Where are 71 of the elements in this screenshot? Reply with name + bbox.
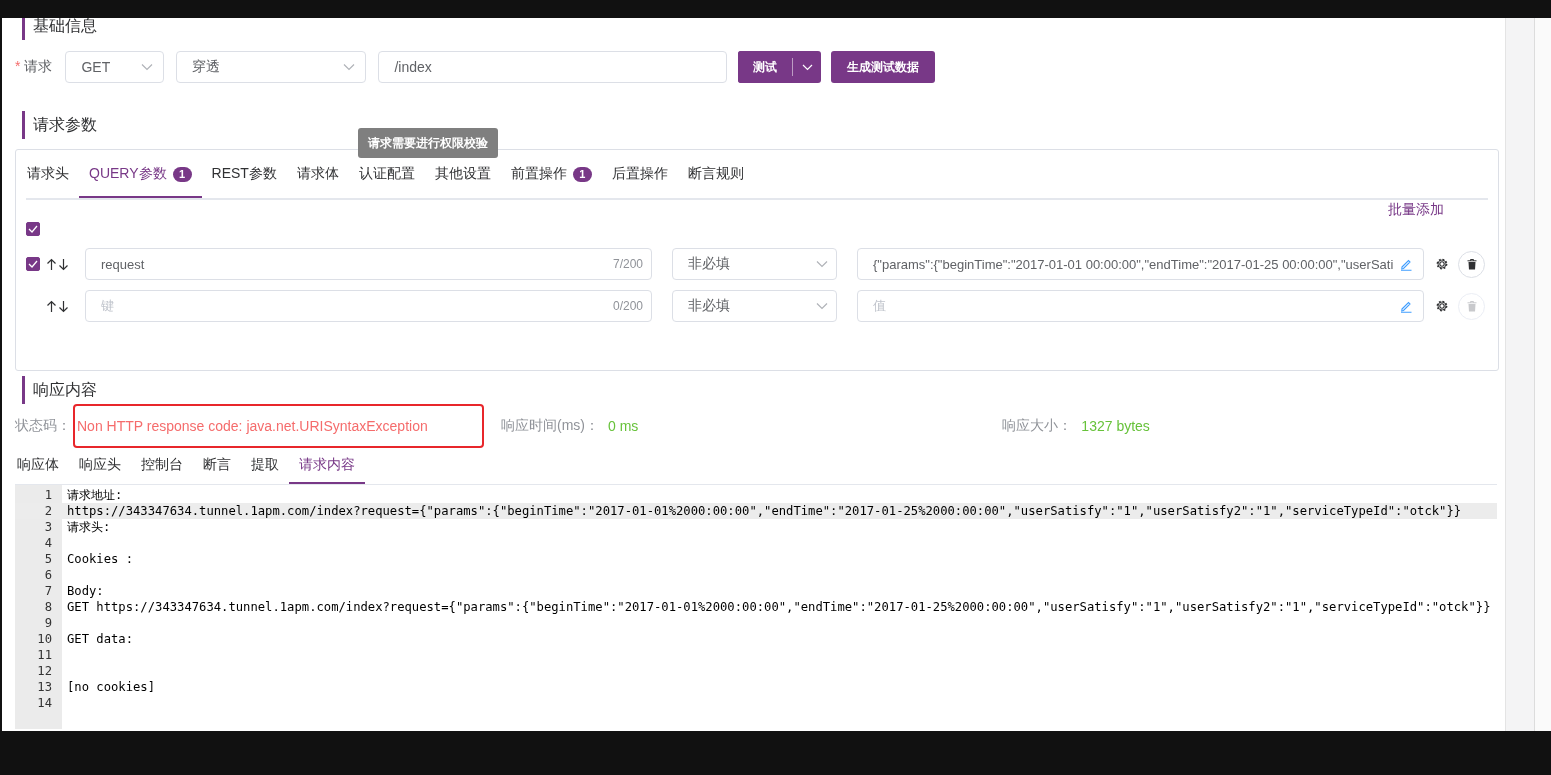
tab[interactable]: 请求头 bbox=[26, 152, 79, 198]
code-line: 请求地址: bbox=[66, 487, 124, 503]
character-count: 0/200 bbox=[612, 299, 643, 313]
tab[interactable]: 响应头 bbox=[69, 448, 131, 484]
tab[interactable]: REST参数 bbox=[201, 152, 287, 198]
required-select[interactable]: 非必填 bbox=[672, 290, 837, 322]
response-time-label: 响应时间(ms)： bbox=[501, 417, 599, 435]
trash-icon bbox=[1466, 258, 1477, 270]
tab[interactable]: 断言规则 bbox=[677, 152, 754, 198]
line-number: 13 bbox=[36, 679, 53, 695]
line-number: 6 bbox=[43, 567, 53, 583]
delete-button[interactable] bbox=[1458, 250, 1485, 278]
tab[interactable]: 后置操作 bbox=[601, 152, 678, 198]
count-badge: 1 bbox=[172, 166, 192, 182]
arrow-up-icon[interactable] bbox=[46, 257, 57, 271]
tooltip: 请求需要进行权限校验 bbox=[358, 128, 498, 158]
line-number: 7 bbox=[43, 583, 53, 599]
tab[interactable]: 提取 bbox=[241, 448, 289, 484]
checkbox[interactable] bbox=[26, 257, 40, 271]
tab[interactable]: 请求体 bbox=[286, 152, 349, 198]
line-number: 8 bbox=[43, 599, 53, 615]
tab[interactable]: 请求内容 bbox=[289, 448, 365, 484]
gear-icon[interactable] bbox=[1435, 299, 1449, 313]
line-number: 12 bbox=[36, 663, 53, 679]
line-number: 14 bbox=[36, 695, 53, 711]
pencil-icon[interactable] bbox=[1399, 257, 1413, 271]
tab[interactable]: 前置操作 1 bbox=[500, 152, 602, 198]
response-size-label: 响应大小： bbox=[1002, 417, 1073, 435]
arrow-down-icon[interactable] bbox=[58, 257, 69, 271]
line-number: 5 bbox=[43, 551, 53, 567]
response-time-value: 0 ms bbox=[608, 418, 639, 434]
character-count: 7/200 bbox=[612, 257, 643, 271]
line-number: 3 bbox=[43, 519, 53, 535]
line-number: 9 bbox=[43, 615, 53, 631]
path-input[interactable]: /index bbox=[378, 51, 728, 83]
code-line: Body: bbox=[66, 583, 105, 599]
line-number: 1 bbox=[43, 487, 53, 503]
check-icon bbox=[28, 260, 38, 268]
required-mark: * bbox=[15, 58, 21, 76]
code-line: Cookies : bbox=[66, 551, 135, 567]
trash-icon bbox=[1466, 300, 1477, 312]
generate-data-button[interactable]: 生成测试数据 bbox=[831, 51, 936, 83]
method-select[interactable]: GET bbox=[65, 51, 165, 83]
environment-select[interactable]: 穿透 bbox=[176, 51, 367, 83]
required-select[interactable]: 非必填 bbox=[672, 248, 837, 280]
code-line: [no cookies] bbox=[66, 679, 157, 695]
arrow-down-icon[interactable] bbox=[58, 299, 69, 313]
field-label: 请求 bbox=[24, 58, 53, 76]
tab[interactable]: 断言 bbox=[193, 448, 241, 484]
chevron-down-icon bbox=[801, 63, 813, 71]
key-input[interactable]: request 7/200 bbox=[85, 248, 652, 280]
pencil-icon[interactable] bbox=[1399, 299, 1413, 313]
line-number: 10 bbox=[36, 631, 53, 647]
tab[interactable]: QUERY参数 1 bbox=[79, 152, 202, 198]
value-input[interactable]: {"params":{"beginTime":"2017-01-01 00:00:00","endTime":"2017-01-25 00:00:00","userSati bbox=[857, 248, 1424, 280]
response-size-value: 1327 bytes bbox=[1081, 418, 1150, 434]
gear-icon[interactable] bbox=[1435, 257, 1449, 271]
check-icon bbox=[28, 225, 38, 233]
arrow-up-icon[interactable] bbox=[46, 299, 57, 313]
batch-add-link[interactable]: 批量添加 bbox=[1388, 201, 1444, 219]
tab[interactable]: 控制台 bbox=[131, 448, 193, 484]
line-number: 11 bbox=[36, 647, 53, 663]
status-code-value: Non HTTP response code: java.net.URISyntaxException bbox=[73, 404, 484, 448]
line-number: 4 bbox=[43, 535, 53, 551]
count-badge: 1 bbox=[572, 166, 592, 182]
code-line: GET https://343347634.tunnel.1apm.com/index?request={"params":{"beginTime":"2017-01-01%2000:00:00","endTime":"2017-01-25%2000:00:00","userSatisfy":"1","userSatisfy2":"1","serviceTypeId":"otck"}} bbox=[66, 599, 1492, 615]
tab[interactable]: 响应体 bbox=[5, 448, 69, 484]
checkbox[interactable] bbox=[26, 222, 40, 236]
status-code-label: 状态码： bbox=[15, 417, 71, 435]
code-line: GET data: bbox=[66, 631, 135, 647]
code-line: 请求头: bbox=[66, 519, 112, 535]
